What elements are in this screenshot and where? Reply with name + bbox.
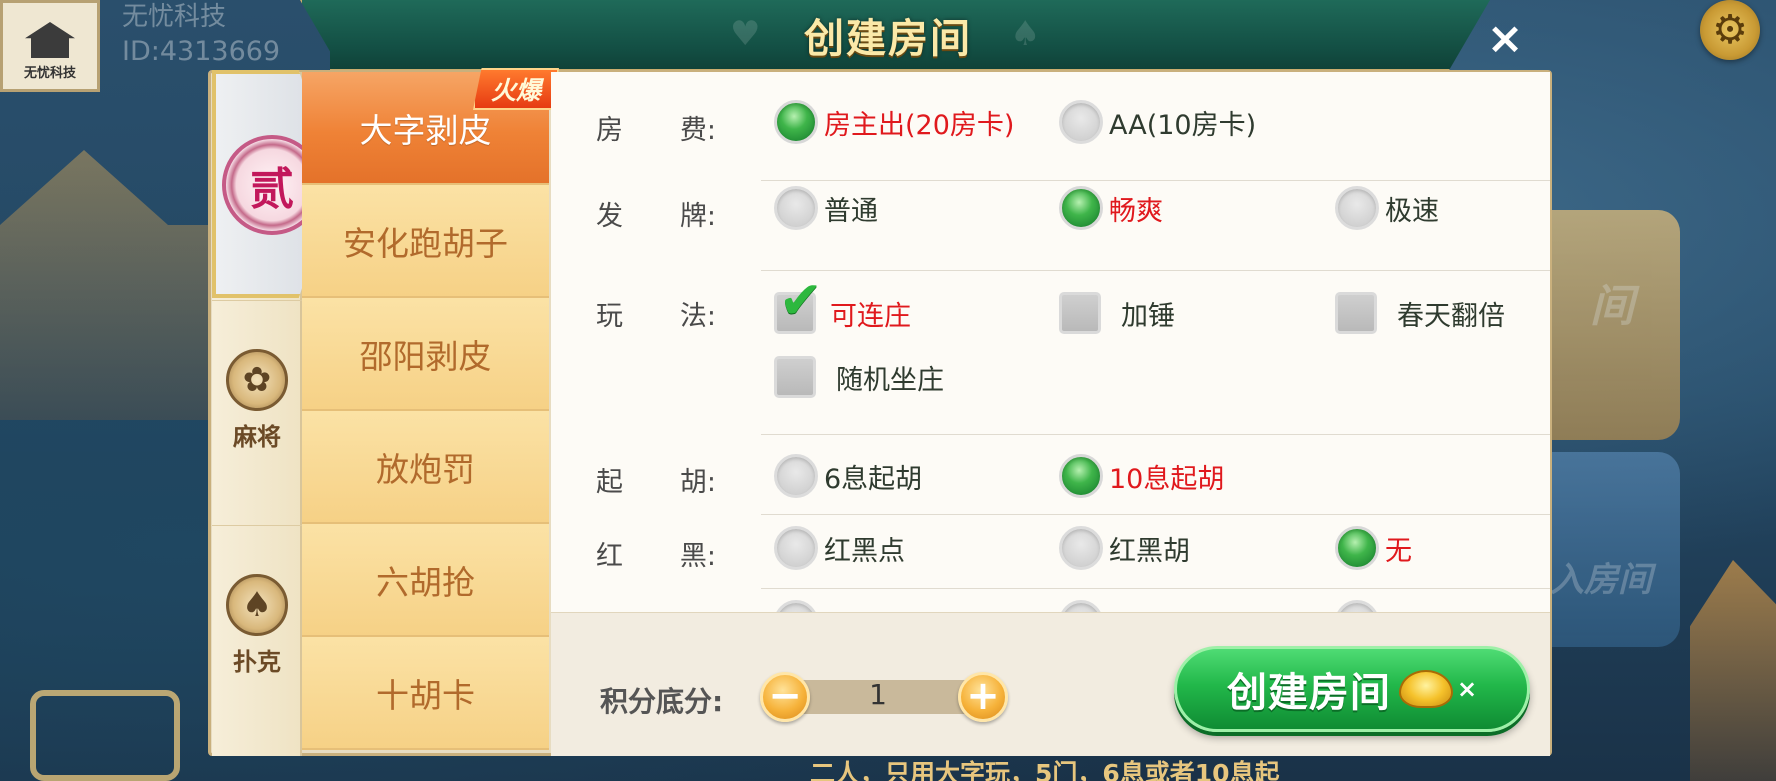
category-tab-mahjong[interactable]: ✿ 麻将 (212, 300, 302, 500)
score-label: 积分底分: (600, 685, 724, 718)
option-deal-normal[interactable]: 普通 (774, 186, 878, 230)
option-text: 10息起胡 (1109, 463, 1225, 495)
game-item-fangpaofa[interactable]: 放炮罚 (302, 411, 549, 524)
label-char: 起 (596, 467, 623, 498)
game-item-shihuka[interactable]: 十胡卡 (302, 637, 549, 750)
option-room-owner-pays[interactable]: 房主出(20房卡) (774, 100, 1014, 144)
radio-button[interactable] (1059, 600, 1103, 612)
category-label-mahjong: 麻将 (233, 423, 281, 451)
create-room-button-label: 创建房间 (1226, 670, 1391, 716)
option-red-black-none[interactable]: 无 (1335, 526, 1412, 570)
row-divider (761, 434, 1550, 435)
row-divider (761, 270, 1550, 271)
row-divider (761, 514, 1550, 515)
option-text: 无 (1385, 535, 1412, 567)
option-deal-smooth[interactable]: 畅爽 (1059, 186, 1163, 230)
radio-button[interactable] (774, 100, 818, 144)
game-item-anhua[interactable]: 安化跑胡子 (302, 185, 549, 298)
game-item-liuhuqiang[interactable]: 六胡抢 (302, 524, 549, 637)
option-label-room-fee: 房 费: (596, 108, 716, 147)
options-panel: 房 费: 房主出(20房卡) AA(10房卡) 发 牌: 普通 畅爽 极速 玩 … (551, 72, 1550, 612)
label-char: 玩 (596, 301, 623, 332)
game-item-shaoyang[interactable]: 邵阳剥皮 (302, 298, 549, 411)
option-red-black-point[interactable]: 红黑点 (774, 526, 905, 570)
radio-button[interactable] (1059, 454, 1103, 498)
radio-button[interactable] (774, 454, 818, 498)
option-play-random-dealer[interactable]: 随机坐庄 (774, 356, 944, 398)
option-next-row-partial (774, 600, 818, 612)
option-text: 畅爽 (1109, 195, 1163, 227)
hot-badge: 火爆 (473, 68, 559, 110)
option-play-chuntian[interactable]: 春天翻倍 (1335, 292, 1505, 334)
radio-button[interactable] (1059, 100, 1103, 144)
radio-button[interactable] (1335, 526, 1379, 570)
mahjong-coin-icon: ✿ (226, 349, 288, 411)
radio-button[interactable] (1335, 600, 1379, 612)
row-divider (761, 588, 1550, 589)
option-text: 红黑胡 (1109, 535, 1190, 567)
checkbox[interactable]: ✔ (774, 275, 823, 334)
option-deal-fast[interactable]: 极速 (1335, 186, 1439, 230)
option-label-play: 玩 法: (596, 294, 716, 333)
option-hu-6[interactable]: 6息起胡 (774, 454, 922, 498)
minus-button[interactable]: − (760, 672, 810, 722)
option-room-aa[interactable]: AA(10房卡) (1059, 100, 1256, 144)
game-list: 大字剥皮 安化跑胡子 邵阳剥皮 放炮罚 六胡抢 十胡卡 (302, 72, 551, 756)
gold-ingot-icon (1398, 670, 1453, 708)
option-next-row-partial (1335, 600, 1379, 612)
option-text: 加锤 (1121, 300, 1175, 332)
option-text: 红黑点 (824, 535, 905, 567)
option-label-start-hu: 起 胡: (596, 460, 716, 499)
check-icon: ✔ (779, 271, 823, 331)
row-divider (761, 180, 1550, 181)
option-play-lianzhuang[interactable]: ✔ 可连庄 (774, 275, 911, 334)
shop-cart-icon (30, 690, 180, 781)
radio-button[interactable] (774, 600, 818, 612)
label-char: 发 (596, 201, 623, 232)
option-text: 极速 (1385, 195, 1439, 227)
checkbox[interactable] (1059, 292, 1101, 334)
label-char: 红 (596, 541, 623, 572)
option-hu-10[interactable]: 10息起胡 (1059, 454, 1224, 498)
game-description-tip: 二人，只用大字玩，5门，6息或者10息起 (810, 759, 1280, 781)
label-char: 牌: (679, 201, 716, 232)
option-label-red-black: 红 黑: (596, 534, 716, 573)
option-text: 普通 (824, 195, 878, 227)
option-text: 6息起胡 (824, 463, 923, 495)
create-room-button[interactable]: 创建房间 × (1174, 646, 1530, 732)
close-button[interactable]: × (1480, 14, 1530, 64)
option-text: 春天翻倍 (1397, 300, 1505, 332)
radio-button[interactable] (774, 526, 818, 570)
radio-button[interactable] (1335, 186, 1379, 230)
category-label-poker: 扑克 (233, 648, 281, 676)
label-char: 房 (596, 115, 623, 146)
background-panel-text: 间 (1590, 281, 1634, 332)
logo-text: 无忧科技 (23, 66, 76, 81)
option-play-jiachui[interactable]: 加锤 (1059, 292, 1175, 334)
option-label-deal: 发 牌: (596, 194, 716, 233)
option-text: 随机坐庄 (836, 364, 944, 396)
background-panel-text-2: 入房间 (1550, 560, 1652, 600)
category-tab-poker[interactable]: ♠ 扑克 (212, 525, 302, 725)
cost-multiplier: × (1456, 675, 1478, 703)
label-char: 费: (679, 115, 716, 146)
label-char: 胡: (679, 467, 716, 498)
radio-button[interactable] (1059, 186, 1103, 230)
spade-icon: ♠ (226, 574, 288, 636)
option-text: AA(10房卡) (1109, 109, 1257, 141)
radio-button[interactable] (1059, 526, 1103, 570)
label-char: 法: (679, 301, 716, 332)
label-char: 黑: (679, 541, 716, 572)
option-red-black-hu[interactable]: 红黑胡 (1059, 526, 1190, 570)
checkbox[interactable] (1335, 292, 1377, 334)
option-text: 可连庄 (830, 300, 911, 332)
checkbox[interactable] (774, 356, 816, 398)
option-text: 房主出(20房卡) (824, 109, 1015, 141)
plus-button[interactable]: + (958, 672, 1008, 722)
radio-button[interactable] (774, 186, 818, 230)
option-next-row-partial (1059, 600, 1103, 612)
